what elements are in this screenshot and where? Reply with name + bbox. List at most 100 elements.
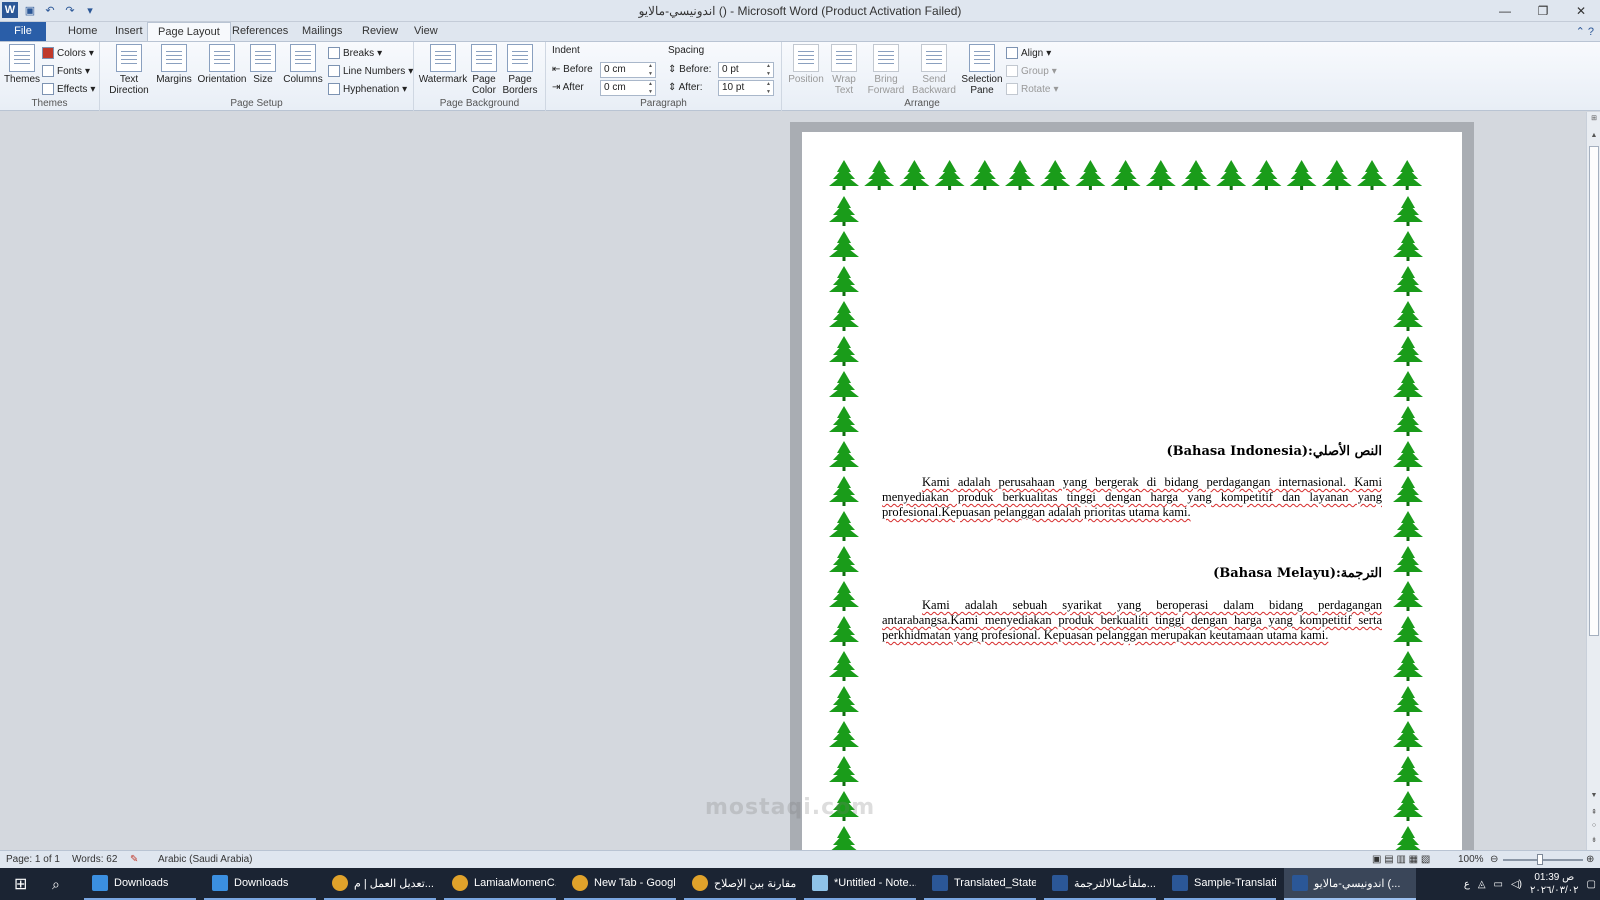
tree-border-icon bbox=[829, 651, 859, 681]
start-button[interactable]: ⊞ bbox=[6, 868, 40, 900]
zoom-out-icon[interactable]: ⊖ bbox=[1490, 854, 1498, 865]
close-button[interactable]: ✕ bbox=[1562, 0, 1600, 22]
fonts-button[interactable]: Fonts ▾ bbox=[42, 63, 90, 79]
restore-button[interactable]: ❐ bbox=[1524, 0, 1562, 22]
page-background-group-label: Page Background bbox=[439, 98, 520, 109]
columns-button[interactable]: Columns bbox=[281, 44, 325, 85]
tab-view[interactable]: View bbox=[404, 22, 448, 42]
tab-home[interactable]: Home bbox=[58, 22, 107, 42]
indent-label: Indent bbox=[552, 45, 580, 56]
proofing-icon[interactable]: ✎ bbox=[130, 854, 138, 865]
indent-before-field[interactable]: 0 cm bbox=[600, 62, 656, 78]
previous-page-icon[interactable]: ⇞ bbox=[1587, 808, 1600, 820]
zoom-in-icon[interactable]: ⊕ bbox=[1586, 854, 1594, 865]
taskbar-item[interactable]: مقارنة بين الإصلاح... bbox=[684, 868, 796, 900]
indent-after-field[interactable]: 0 cm bbox=[600, 80, 656, 96]
line-numbers-icon bbox=[328, 65, 340, 77]
view-buttons[interactable]: ▣ ▤ ▥ ▦ ▧ bbox=[1372, 854, 1430, 865]
line-numbers-button[interactable]: Line Numbers ▾ bbox=[328, 63, 413, 79]
language-indicator[interactable]: Arabic (Saudi Arabia) bbox=[158, 854, 253, 865]
rotate-button[interactable]: Rotate ▾ bbox=[1006, 81, 1059, 97]
selection-pane-button[interactable]: Selection Pane bbox=[958, 44, 1006, 96]
heading-translation[interactable]: الترجمة:(Bahasa Melayu) bbox=[1213, 566, 1382, 581]
vertical-scrollbar[interactable]: ⊞ ▲ ▼ ⇞ ○ ⇟ bbox=[1586, 112, 1600, 850]
margins-button[interactable]: Margins bbox=[152, 44, 196, 85]
zoom-slider-track[interactable] bbox=[1503, 859, 1583, 861]
tab-references[interactable]: References bbox=[222, 22, 298, 42]
taskbar-item[interactable]: Downloads bbox=[204, 868, 316, 900]
paragraph-indonesian[interactable]: Kami adalah perusahaan yang bergerak di … bbox=[882, 475, 1382, 520]
position-icon bbox=[793, 44, 819, 72]
tab-review[interactable]: Review bbox=[352, 22, 408, 42]
taskbar-item[interactable]: ملفأعمالالترجمة... bbox=[1044, 868, 1156, 900]
tab-mailings[interactable]: Mailings bbox=[292, 22, 352, 42]
tab-page-layout[interactable]: Page Layout bbox=[147, 22, 231, 42]
taskbar-item[interactable]: تعديل العمل | م... bbox=[324, 868, 436, 900]
tab-file[interactable]: File bbox=[0, 22, 46, 42]
effects-button[interactable]: Effects ▾ bbox=[42, 81, 95, 97]
spacing-after-field[interactable]: 10 pt bbox=[718, 80, 774, 96]
scroll-up-icon[interactable]: ▲ bbox=[1587, 132, 1600, 144]
colors-button[interactable]: Colors ▾ bbox=[42, 45, 94, 61]
notifications-icon[interactable]: ▢ bbox=[1587, 879, 1596, 890]
zoom-slider-thumb[interactable] bbox=[1537, 854, 1543, 865]
bring-forward-button[interactable]: Bring Forward bbox=[864, 44, 908, 96]
wrap-text-button[interactable]: Wrap Text bbox=[822, 44, 866, 96]
watermark-button[interactable]: Watermark bbox=[418, 44, 468, 85]
language-indicator-tray[interactable]: ع bbox=[1464, 879, 1470, 890]
taskbar-item[interactable]: LamiaaMomenC... bbox=[444, 868, 556, 900]
scroll-down-icon[interactable]: ▼ bbox=[1587, 792, 1600, 804]
paragraph-malay[interactable]: Kami adalah sebuah syarikat yang beroper… bbox=[882, 598, 1382, 643]
zoom-level[interactable]: 100% bbox=[1458, 854, 1484, 865]
tree-border-icon bbox=[1393, 476, 1423, 506]
next-page-icon[interactable]: ⇟ bbox=[1587, 836, 1600, 848]
help-icon[interactable]: ⌃ ? bbox=[1576, 25, 1594, 38]
system-clock[interactable]: 01:39 ص ٢٠٢٦/٠٣/٠٢ bbox=[1530, 871, 1579, 897]
page-color-icon bbox=[471, 44, 497, 72]
text-direction-button[interactable]: Text Direction bbox=[106, 44, 152, 96]
scroll-thumb[interactable] bbox=[1589, 146, 1599, 636]
document-page[interactable]: النص الأصلي:(Bahasa Indonesia) Kami adal… bbox=[802, 132, 1462, 872]
hyphenation-button[interactable]: Hyphenation ▾ bbox=[328, 81, 407, 97]
taskbar-item[interactable]: اندونيسي-مالايو (... bbox=[1284, 868, 1416, 900]
columns-icon bbox=[290, 44, 316, 72]
taskbar: ⊞ ⌕ Downloads Downloads تعديل العمل | م...… bbox=[0, 868, 1600, 900]
arrange-group: Position Wrap Text Bring Forward Send Ba… bbox=[782, 42, 1062, 111]
page-color-button[interactable]: Page Color bbox=[464, 44, 504, 96]
minimize-button[interactable]: — bbox=[1486, 0, 1524, 22]
size-button[interactable]: Size bbox=[243, 44, 283, 85]
tree-border-icon bbox=[829, 231, 859, 261]
orientation-button[interactable]: Orientation bbox=[194, 44, 250, 85]
page-count[interactable]: Page: 1 of 1 bbox=[6, 854, 60, 865]
wrap-text-icon bbox=[831, 44, 857, 72]
tree-border-icon bbox=[1393, 721, 1423, 751]
select-browse-object-icon[interactable]: ○ bbox=[1587, 822, 1600, 834]
taskbar-item[interactable]: Translated_State... bbox=[924, 868, 1036, 900]
tree-border-icon bbox=[1393, 546, 1423, 576]
taskbar-item[interactable]: Sample-Translati... bbox=[1164, 868, 1276, 900]
breaks-button[interactable]: Breaks ▾ bbox=[328, 45, 382, 61]
heading-original-text[interactable]: النص الأصلي:(Bahasa Indonesia) bbox=[1166, 444, 1382, 459]
taskbar-item[interactable]: Downloads bbox=[84, 868, 196, 900]
tree-border-icon bbox=[829, 196, 859, 226]
page-borders-button[interactable]: Page Borders bbox=[500, 44, 540, 96]
taskbar-item[interactable]: *Untitled - Note... bbox=[804, 868, 916, 900]
ruler-toggle-icon[interactable]: ⊞ bbox=[1587, 114, 1600, 126]
send-backward-button[interactable]: Send Backward bbox=[910, 44, 958, 96]
tree-border-icon bbox=[829, 511, 859, 541]
themes-button[interactable]: Themes bbox=[0, 44, 44, 85]
tab-insert[interactable]: Insert bbox=[105, 22, 153, 42]
taskbar-item[interactable]: New Tab - Googl... bbox=[564, 868, 676, 900]
word-count[interactable]: Words: 62 bbox=[72, 854, 117, 865]
search-icon[interactable]: ⌕ bbox=[44, 868, 78, 900]
align-button[interactable]: Align ▾ bbox=[1006, 45, 1051, 61]
chrome-icon bbox=[452, 875, 468, 891]
breaks-icon bbox=[328, 47, 340, 59]
battery-icon[interactable]: ▭ bbox=[1494, 879, 1503, 890]
group-button[interactable]: Group ▾ bbox=[1006, 63, 1057, 79]
tree-border-icon bbox=[1393, 616, 1423, 646]
network-icon[interactable]: ◬ bbox=[1478, 879, 1486, 890]
spacing-before-field[interactable]: 0 pt bbox=[718, 62, 774, 78]
tree-border-icon bbox=[829, 336, 859, 366]
volume-icon[interactable]: ◁) bbox=[1511, 879, 1522, 890]
